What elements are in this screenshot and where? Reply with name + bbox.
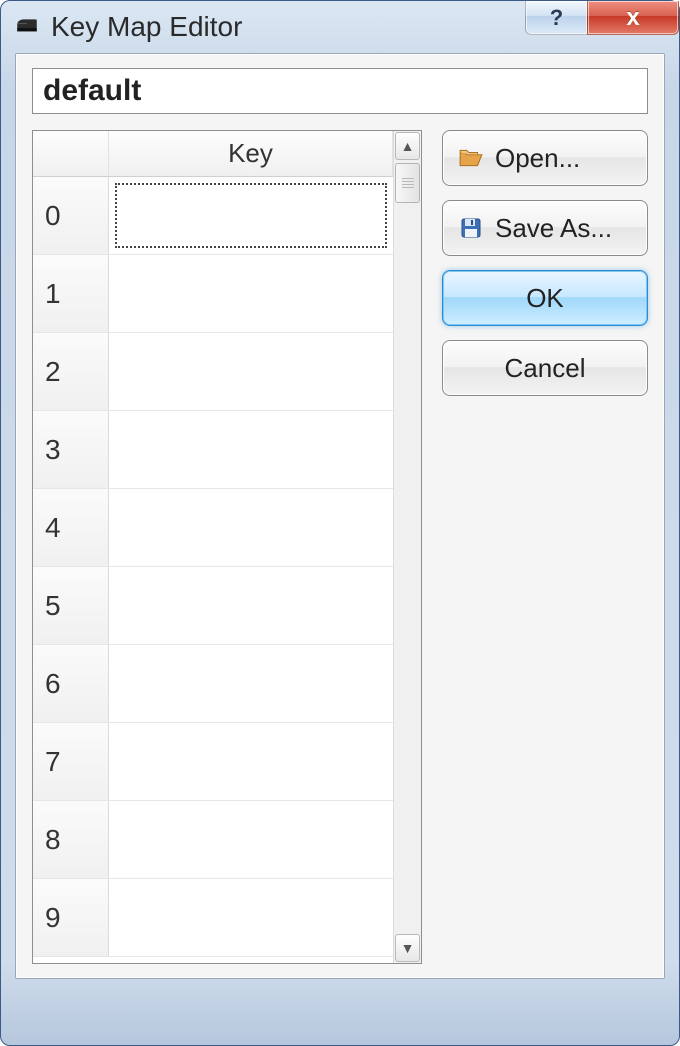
col-header-index[interactable]	[33, 131, 109, 177]
save-as-label: Save As...	[495, 213, 612, 244]
row-index[interactable]: 7	[33, 723, 109, 800]
save-as-button[interactable]: Save As...	[442, 200, 648, 256]
table-row[interactable]: 6	[33, 645, 393, 723]
help-button[interactable]: ?	[525, 1, 587, 35]
close-button[interactable]: x	[587, 1, 679, 35]
ok-label: OK	[526, 283, 564, 314]
table-row[interactable]: 9	[33, 879, 393, 957]
row-index[interactable]: 2	[33, 333, 109, 410]
row-index[interactable]: 1	[33, 255, 109, 332]
table-row[interactable]: 1	[33, 255, 393, 333]
key-cell[interactable]	[109, 411, 393, 488]
row-index[interactable]: 5	[33, 567, 109, 644]
piano-icon	[13, 13, 41, 41]
table-row[interactable]: 5	[33, 567, 393, 645]
cancel-label: Cancel	[505, 353, 586, 384]
table-header: Key	[33, 131, 393, 177]
key-cell[interactable]	[109, 177, 393, 254]
open-label: Open...	[495, 143, 580, 174]
help-icon: ?	[550, 5, 563, 31]
focus-indicator	[115, 183, 387, 248]
key-cell[interactable]	[109, 255, 393, 332]
body-row: Key 0 1	[32, 130, 648, 964]
row-index[interactable]: 6	[33, 645, 109, 722]
open-button[interactable]: Open...	[442, 130, 648, 186]
row-index[interactable]: 4	[33, 489, 109, 566]
table-inner: Key 0 1	[33, 131, 393, 963]
window-title: Key Map Editor	[51, 11, 525, 43]
key-cell[interactable]	[109, 489, 393, 566]
table-row[interactable]: 2	[33, 333, 393, 411]
table-row[interactable]: 7	[33, 723, 393, 801]
caption-buttons: ? x	[525, 1, 679, 53]
key-cell[interactable]	[109, 723, 393, 800]
key-cell[interactable]	[109, 567, 393, 644]
close-icon: x	[626, 4, 639, 32]
table-row[interactable]: 4	[33, 489, 393, 567]
table-row[interactable]: 3	[33, 411, 393, 489]
row-index[interactable]: 8	[33, 801, 109, 878]
keymap-table[interactable]: Key 0 1	[32, 130, 422, 964]
cancel-button[interactable]: Cancel	[442, 340, 648, 396]
scroll-down-button[interactable]: ▼	[395, 934, 420, 962]
client-area: default Key 0	[15, 53, 665, 979]
vertical-scrollbar[interactable]: ▲ ▼	[393, 131, 421, 963]
folder-open-icon	[457, 144, 485, 172]
table-row[interactable]: 8	[33, 801, 393, 879]
col-header-key[interactable]: Key	[109, 131, 393, 177]
key-cell[interactable]	[109, 333, 393, 410]
table-body: 0 1 2	[33, 177, 393, 963]
row-index[interactable]: 9	[33, 879, 109, 956]
row-index[interactable]: 0	[33, 177, 109, 254]
titlebar[interactable]: Key Map Editor ? x	[1, 1, 679, 53]
dialog-window: Key Map Editor ? x default Key	[0, 0, 680, 1046]
key-cell[interactable]	[109, 801, 393, 878]
map-name-input[interactable]: default	[32, 68, 648, 114]
scroll-thumb[interactable]	[395, 163, 420, 203]
map-name-value: default	[43, 74, 141, 108]
floppy-disk-icon	[457, 214, 485, 242]
ok-button[interactable]: OK	[442, 270, 648, 326]
scroll-track[interactable]	[394, 161, 421, 933]
key-cell[interactable]	[109, 645, 393, 722]
side-buttons: Open... Save As... OK	[422, 130, 648, 964]
scroll-up-button[interactable]: ▲	[395, 132, 420, 160]
table-row[interactable]: 0	[33, 177, 393, 255]
row-index[interactable]: 3	[33, 411, 109, 488]
key-cell[interactable]	[109, 879, 393, 956]
